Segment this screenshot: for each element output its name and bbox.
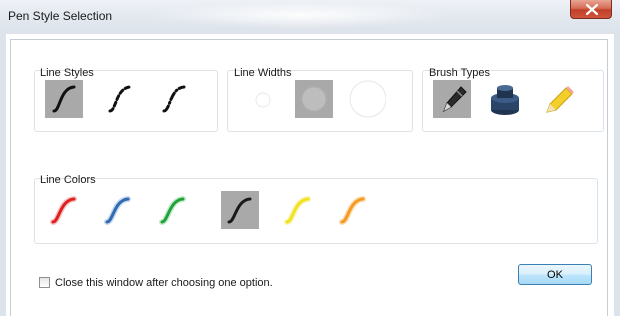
brush-types-label: Brush Types xyxy=(429,67,490,79)
green-line-icon xyxy=(159,196,186,225)
brush-ink-option[interactable] xyxy=(486,80,524,118)
yellow-line-icon xyxy=(284,196,311,225)
solid-line-icon xyxy=(52,85,76,113)
line-styles-label: Line Styles xyxy=(40,67,94,79)
dashed-line-icon xyxy=(108,85,132,113)
brush-pencil-option[interactable] xyxy=(540,80,578,118)
blue-line-icon xyxy=(104,196,131,225)
dash-dot-line-icon xyxy=(162,85,186,113)
line-width-small-option[interactable] xyxy=(244,80,282,118)
small-width-icon xyxy=(255,92,271,108)
color-black-option[interactable] xyxy=(221,191,259,229)
close-icon xyxy=(586,4,598,15)
color-yellow-option[interactable] xyxy=(279,191,317,229)
color-blue-option[interactable] xyxy=(99,191,137,229)
line-style-dashed-option[interactable] xyxy=(101,80,139,118)
ink-bottle-icon xyxy=(491,85,519,115)
orange-line-icon xyxy=(339,196,366,225)
red-line-icon xyxy=(50,196,77,225)
window-title: Pen Style Selection xyxy=(8,9,113,23)
ok-button[interactable]: OK xyxy=(518,264,592,285)
brush-pen-option[interactable] xyxy=(433,80,471,118)
pencil-icon xyxy=(546,86,574,113)
close-button[interactable] xyxy=(570,0,612,19)
close-after-choice-label: Close this window after choosing one opt… xyxy=(55,277,273,289)
close-after-choice-checkbox[interactable] xyxy=(39,277,50,288)
black-line-icon xyxy=(227,197,252,224)
large-width-icon xyxy=(349,80,387,118)
line-width-large-option[interactable] xyxy=(348,80,387,118)
pen-icon xyxy=(443,86,467,113)
title-bar: Pen Style Selection xyxy=(0,0,620,34)
line-style-dash-dot-option[interactable] xyxy=(155,80,193,118)
medium-width-icon xyxy=(301,86,327,112)
color-red-option[interactable] xyxy=(45,191,83,229)
line-widths-label: Line Widths xyxy=(234,67,292,79)
color-green-option[interactable] xyxy=(154,191,192,229)
line-colors-label: Line Colors xyxy=(40,174,96,186)
color-orange-option[interactable] xyxy=(334,191,372,229)
title-glare xyxy=(150,2,450,28)
line-style-solid-option[interactable] xyxy=(45,80,83,118)
line-width-medium-option[interactable] xyxy=(295,80,333,118)
